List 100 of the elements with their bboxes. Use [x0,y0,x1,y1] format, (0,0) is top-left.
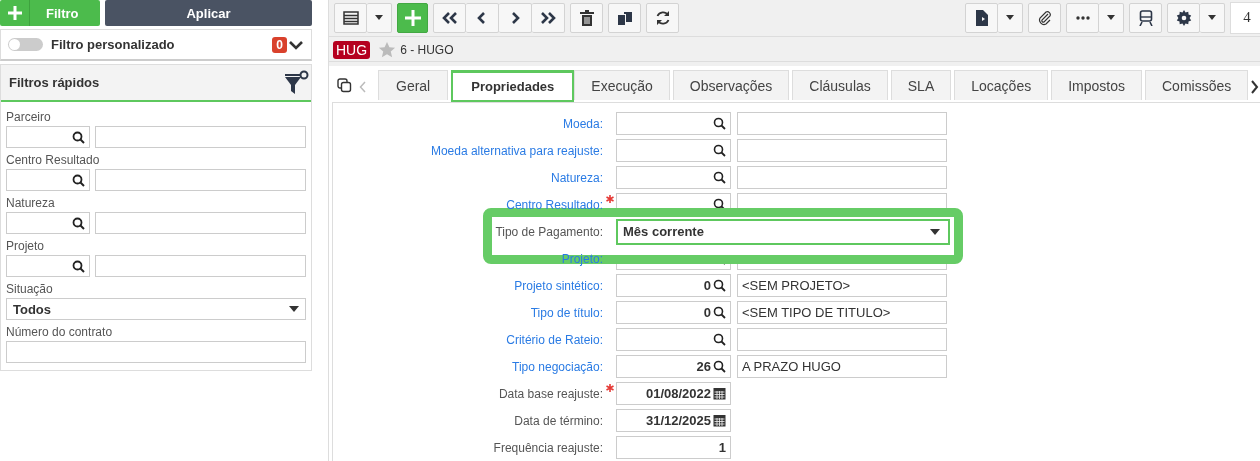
add-button[interactable] [397,2,428,33]
previous-button[interactable] [466,2,499,33]
field-label: Projeto [6,238,46,255]
record-badge: HUG [333,40,371,59]
field-link[interactable]: Tipo negociação: [333,359,603,374]
select-field[interactable]: Mês corrente [616,218,950,245]
custom-filter-label: Filtro personalizado [51,37,176,52]
dropdown-button[interactable] [998,2,1023,33]
description-field[interactable] [737,112,947,135]
description-field[interactable]: A PRAZO HUGO [737,355,947,378]
description-field[interactable] [737,139,947,162]
next-button[interactable] [499,2,532,33]
apply-button[interactable]: Aplicar [105,0,312,26]
attachment-button[interactable] [1028,2,1061,33]
field-link[interactable]: Projeto sintético: [333,278,603,293]
code-field[interactable] [616,328,731,351]
code-field[interactable] [616,139,731,162]
tab[interactable]: Cláusulas [792,70,888,100]
plus-icon [8,6,22,20]
tab[interactable]: Locações [954,70,1049,100]
last-button[interactable] [532,2,565,33]
tab[interactable]: Comissões [1145,70,1249,100]
dropdown-button[interactable] [1099,2,1124,33]
code-field[interactable] [616,112,731,135]
grid-view-button[interactable] [334,2,367,33]
table-icon [342,10,359,25]
tab[interactable]: Impostos [1051,70,1142,100]
star-icon[interactable] [378,40,397,59]
chevron-down-icon[interactable] [289,39,303,50]
date-field[interactable]: 31/12/2025 [616,409,731,432]
field-link[interactable]: Tipo de título: [333,305,603,320]
description-field[interactable] [95,212,306,234]
copy-icon[interactable] [337,78,352,93]
code-field[interactable] [6,255,90,277]
copy-icon [616,10,633,25]
field-label: Data base reajuste: [497,386,603,401]
train-icon [1138,9,1153,26]
select-field[interactable]: Todos [6,298,306,320]
code-field[interactable]: 0 [616,274,731,297]
description-field[interactable] [95,169,306,191]
caret-icon [289,306,299,312]
field-link[interactable]: Critério de Rateio: [333,332,603,347]
description-field[interactable] [95,126,306,148]
description-field[interactable] [737,166,947,189]
filter-icon[interactable] [283,69,309,96]
field-link[interactable]: Centro Resultado: [333,197,603,212]
calendar-icon[interactable] [713,387,726,400]
field-link[interactable]: Moeda: [333,116,603,131]
paperclip-icon [1037,9,1052,26]
field-link[interactable]: Natureza: [333,170,603,185]
description-field[interactable]: <SEM PROJETO> [737,274,947,297]
number-field[interactable]: 1 [616,436,731,459]
caret-icon [1107,15,1115,21]
caret-icon [1006,15,1014,21]
caret-icon [375,15,383,21]
description-field[interactable]: <SEM TIPO DE TITULO> [737,301,947,324]
dropdown-button[interactable] [367,2,392,33]
tab[interactable]: SLA [890,70,952,100]
chevron-right-icon [510,11,520,24]
page-field[interactable]: 4 [1230,1,1260,34]
trash-icon [579,9,594,26]
date-field[interactable]: 01/08/2022 [616,382,731,405]
field-label: Frequência reajuste: [492,440,603,455]
field-label: Número do contrato [6,324,114,341]
refresh-icon [654,9,671,26]
code-field[interactable] [6,212,90,234]
count-badge: 0 [272,36,287,53]
double-chevron-right-icon [540,11,556,24]
tab[interactable]: Observações [672,70,790,100]
tab[interactable]: Execução [574,70,670,100]
description-field[interactable] [95,255,306,277]
first-button[interactable] [433,2,466,33]
code-field[interactable] [6,169,90,191]
document-icon [975,9,988,26]
double-chevron-left-icon [441,11,458,24]
refresh-button[interactable] [646,2,679,33]
more-icon [1075,15,1090,20]
toggle-switch[interactable] [8,38,43,51]
field-label: Parceiro [6,109,52,126]
tab[interactable]: Geral [378,70,449,100]
plus-icon [404,9,421,26]
settings-button[interactable] [1167,2,1200,33]
field-label: Situação [6,281,54,298]
more-button[interactable] [1066,2,1099,33]
copy-button[interactable] [608,2,641,33]
document-button[interactable] [965,2,998,33]
dropdown-button[interactable] [1200,2,1225,33]
code-field[interactable]: 0 [616,301,731,324]
code-field[interactable] [6,126,90,148]
delete-button[interactable] [570,2,603,33]
description-field[interactable] [737,328,947,351]
code-field[interactable]: 26 [616,355,731,378]
code-field[interactable] [616,166,731,189]
quick-filters-title: Filtros rápidos [9,75,100,90]
input-field[interactable] [6,341,306,363]
chevron-right-icon[interactable] [1251,80,1260,94]
field-link[interactable]: Moeda alternativa para reajuste: [333,143,603,158]
calendar-icon[interactable] [713,414,726,427]
tab[interactable]: Propriedades [451,70,575,102]
train-button[interactable] [1129,2,1162,33]
